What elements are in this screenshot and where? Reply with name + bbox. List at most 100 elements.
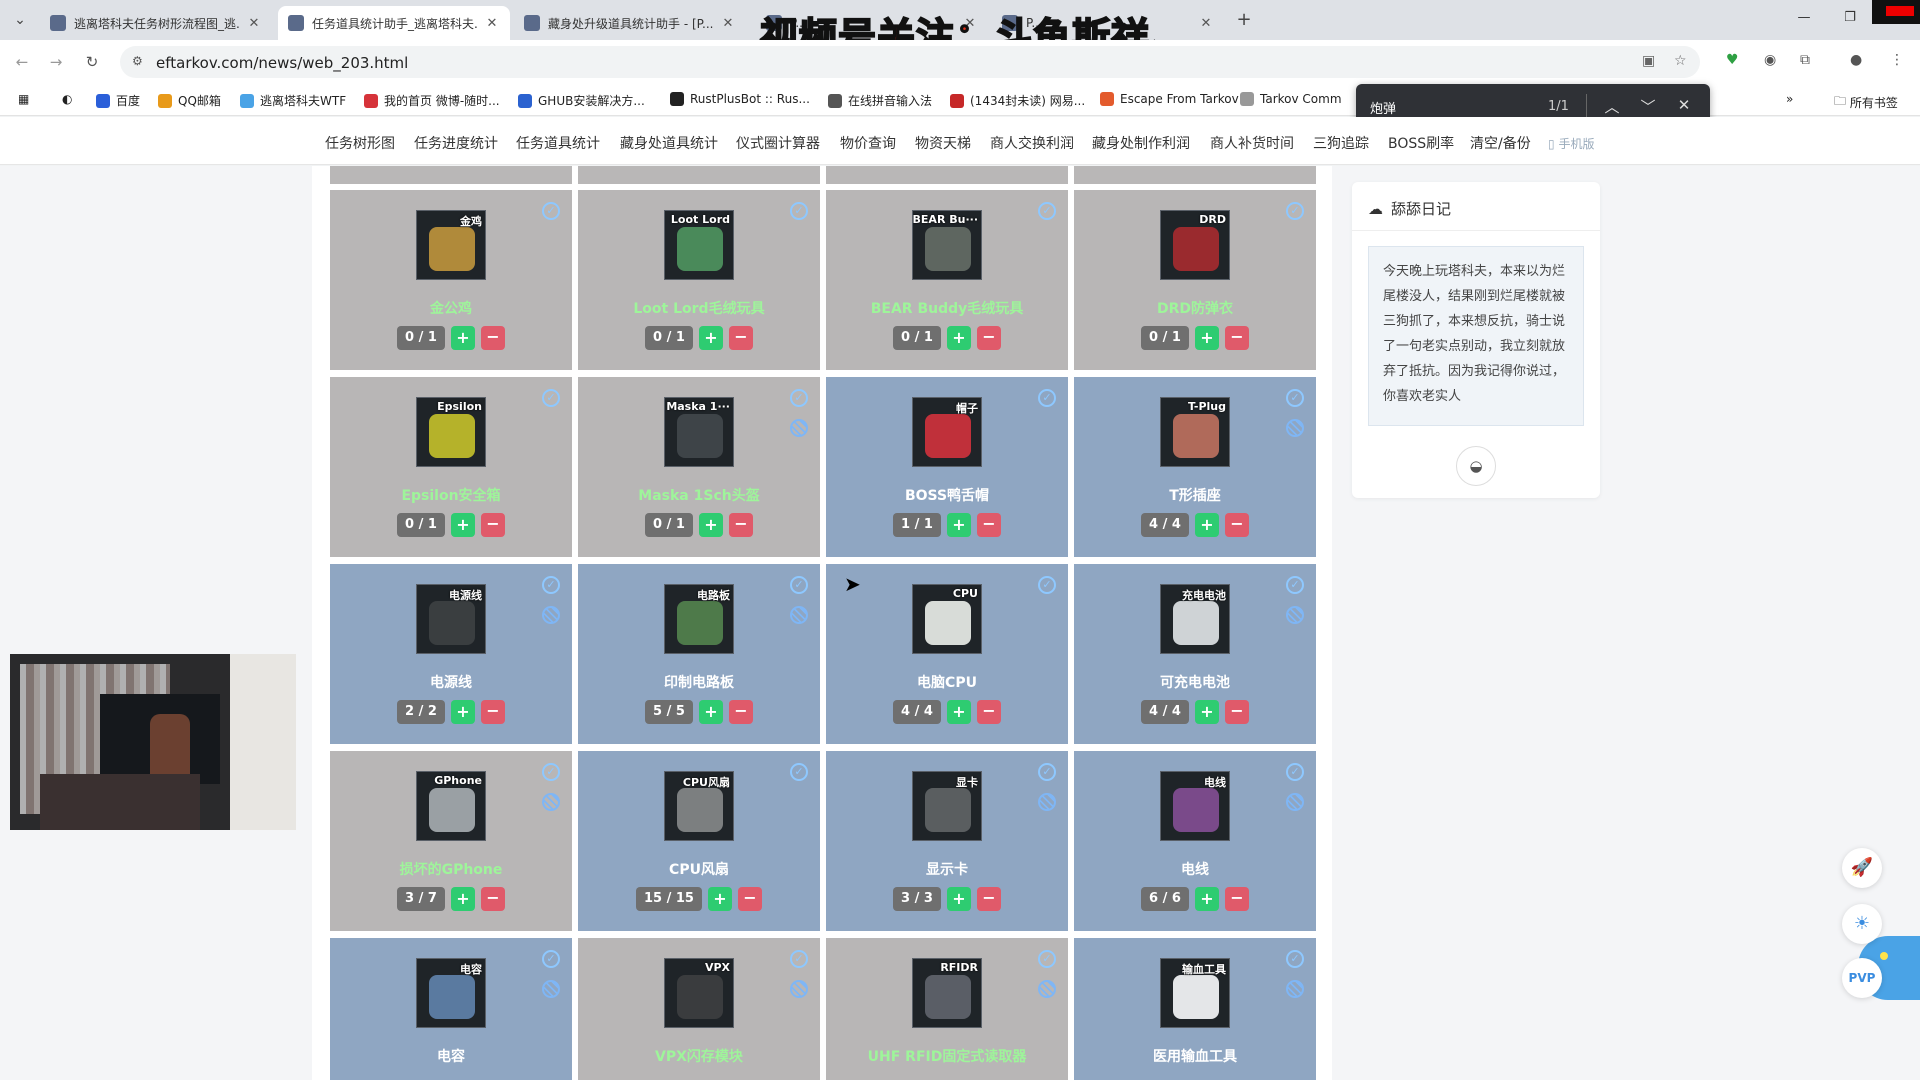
check-circle-icon[interactable]: ✓ bbox=[1038, 763, 1056, 781]
decrement-button[interactable]: − bbox=[480, 700, 505, 724]
hatched-circle-icon[interactable] bbox=[1038, 793, 1056, 811]
hatched-circle-icon[interactable] bbox=[1286, 793, 1304, 811]
decrement-button[interactable]: − bbox=[728, 700, 753, 724]
bookmark-item[interactable]: Tarkov Comm bbox=[1240, 92, 1342, 106]
check-circle-icon[interactable]: ✓ bbox=[542, 950, 560, 968]
extension-icon[interactable]: ◉ bbox=[1764, 52, 1776, 68]
browser-tab[interactable]: 藏身处升级道具统计助手 - [P... ✕ bbox=[514, 6, 746, 40]
decrement-button[interactable]: − bbox=[976, 700, 1001, 724]
check-circle-icon[interactable]: ✓ bbox=[542, 763, 560, 781]
check-circle-icon[interactable]: ✓ bbox=[542, 389, 560, 407]
puzzle-extensions-icon[interactable]: ⧉ bbox=[1800, 52, 1810, 68]
decrement-button[interactable]: − bbox=[480, 326, 505, 350]
hatched-circle-icon[interactable] bbox=[1038, 980, 1056, 998]
decrement-button[interactable]: − bbox=[976, 513, 1001, 537]
sun-theme-icon[interactable]: ☀ bbox=[1842, 904, 1882, 944]
nav-item[interactable]: 三狗追踪 bbox=[1313, 133, 1369, 153]
increment-button[interactable]: + bbox=[707, 887, 732, 911]
nav-item[interactable]: 商人补货时间 bbox=[1210, 133, 1294, 153]
decrement-button[interactable]: − bbox=[728, 326, 753, 350]
hatched-circle-icon[interactable] bbox=[790, 419, 808, 437]
nav-item[interactable]: 物价查询 bbox=[840, 133, 896, 153]
nav-item[interactable]: 任务道具统计 bbox=[516, 133, 600, 153]
translate-icon[interactable]: ▣ bbox=[1642, 53, 1655, 69]
profile-avatar-icon[interactable]: ● bbox=[1850, 52, 1862, 68]
increment-button[interactable]: + bbox=[1194, 700, 1219, 724]
increment-button[interactable]: + bbox=[1194, 326, 1219, 350]
decrement-button[interactable]: − bbox=[1224, 887, 1249, 911]
tab-close-icon[interactable]: ✕ bbox=[246, 16, 262, 31]
decrement-button[interactable]: − bbox=[728, 513, 753, 537]
hatched-circle-icon[interactable] bbox=[1286, 419, 1304, 437]
find-next-icon[interactable]: ﹀ bbox=[1638, 96, 1658, 117]
check-circle-icon[interactable]: ✓ bbox=[542, 576, 560, 594]
tab-close-icon[interactable]: ✕ bbox=[720, 16, 736, 31]
increment-button[interactable]: + bbox=[946, 326, 971, 350]
check-circle-icon[interactable]: ✓ bbox=[542, 202, 560, 220]
nav-item[interactable]: 藏身处制作利润 bbox=[1092, 133, 1190, 153]
bookmark-item[interactable]: Escape From Tarkov bbox=[1100, 92, 1239, 106]
all-bookmarks-folder[interactable]: 🗀 所有书签 bbox=[1834, 92, 1898, 113]
decrement-button[interactable]: − bbox=[737, 887, 762, 911]
hatched-circle-icon[interactable] bbox=[1286, 980, 1304, 998]
check-circle-icon[interactable]: ✓ bbox=[1286, 763, 1304, 781]
reload-icon[interactable]: ↻ bbox=[82, 52, 102, 72]
check-circle-icon[interactable]: ✓ bbox=[1286, 202, 1304, 220]
hatched-circle-icon[interactable] bbox=[790, 980, 808, 998]
apps-grid-icon[interactable]: ▦ bbox=[18, 92, 29, 106]
decrement-button[interactable]: − bbox=[1224, 513, 1249, 537]
bookmark-circle-icon[interactable]: ◐ bbox=[62, 92, 72, 106]
restore-icon[interactable]: ❐ bbox=[1838, 10, 1862, 25]
forward-arrow-icon[interactable]: → bbox=[46, 52, 66, 72]
increment-button[interactable]: + bbox=[698, 513, 723, 537]
shield-extension-icon[interactable]: ♥ bbox=[1726, 52, 1739, 68]
nav-item[interactable]: 清空/备份 bbox=[1470, 133, 1531, 153]
increment-button[interactable]: + bbox=[946, 887, 971, 911]
bowl-icon-button[interactable]: ◒ bbox=[1456, 446, 1496, 486]
increment-button[interactable]: + bbox=[450, 326, 475, 350]
check-circle-icon[interactable]: ✓ bbox=[1038, 389, 1056, 407]
decrement-button[interactable]: − bbox=[480, 887, 505, 911]
back-arrow-icon[interactable]: ← bbox=[12, 52, 32, 72]
bookmarks-more[interactable]: » bbox=[1786, 92, 1793, 106]
mobile-version-link[interactable]: ▯ 手机版 bbox=[1548, 135, 1594, 152]
increment-button[interactable]: + bbox=[450, 700, 475, 724]
tab-search-chevron-icon[interactable]: ⌄ bbox=[8, 8, 32, 32]
find-input[interactable]: 炮弹 bbox=[1370, 98, 1396, 117]
new-tab-plus-icon[interactable]: + bbox=[1232, 8, 1256, 32]
nav-item[interactable]: 藏身处道具统计 bbox=[620, 133, 718, 153]
bookmark-item[interactable]: GHUB安装解决方... bbox=[518, 92, 645, 109]
nav-item[interactable]: 仪式圈计算器 bbox=[736, 133, 820, 153]
decrement-button[interactable]: − bbox=[1224, 326, 1249, 350]
minimize-icon[interactable]: — bbox=[1792, 10, 1816, 25]
bookmark-item[interactable]: 我的首页 微博-随时... bbox=[364, 92, 500, 109]
browser-tab[interactable]: 任务道具统计助手_逃离塔科夫... ✕ bbox=[278, 6, 510, 40]
check-circle-icon[interactable]: ✓ bbox=[790, 950, 808, 968]
decrement-button[interactable]: − bbox=[976, 887, 1001, 911]
tab-close-icon[interactable]: ✕ bbox=[1198, 16, 1214, 31]
check-circle-icon[interactable]: ✓ bbox=[790, 202, 808, 220]
increment-button[interactable]: + bbox=[450, 513, 475, 537]
check-circle-icon[interactable]: ✓ bbox=[1038, 202, 1056, 220]
url-text[interactable]: eftarkov.com/news/web_203.html bbox=[156, 54, 408, 72]
decrement-button[interactable]: − bbox=[976, 326, 1001, 350]
increment-button[interactable]: + bbox=[698, 326, 723, 350]
increment-button[interactable]: + bbox=[946, 700, 971, 724]
hatched-circle-icon[interactable] bbox=[790, 606, 808, 624]
pvp-toggle-button[interactable]: PVP bbox=[1842, 958, 1882, 998]
hatched-circle-icon[interactable] bbox=[1286, 606, 1304, 624]
decrement-button[interactable]: − bbox=[480, 513, 505, 537]
check-circle-icon[interactable]: ✓ bbox=[1038, 950, 1056, 968]
increment-button[interactable]: + bbox=[698, 700, 723, 724]
omnibox[interactable]: ⚙ eftarkov.com/news/web_203.html ▣ ☆ bbox=[120, 46, 1700, 78]
bookmark-item[interactable]: 逃离塔科夫WTF bbox=[240, 92, 346, 109]
increment-button[interactable]: + bbox=[946, 513, 971, 537]
check-circle-icon[interactable]: ✓ bbox=[1286, 389, 1304, 407]
hatched-circle-icon[interactable] bbox=[542, 606, 560, 624]
decrement-button[interactable]: − bbox=[1224, 700, 1249, 724]
increment-button[interactable]: + bbox=[1194, 513, 1219, 537]
nav-item[interactable]: BOSS刷率 bbox=[1388, 133, 1454, 153]
check-circle-icon[interactable]: ✓ bbox=[1038, 576, 1056, 594]
check-circle-icon[interactable]: ✓ bbox=[790, 389, 808, 407]
bookmark-item[interactable]: QQ邮箱 bbox=[158, 92, 221, 109]
